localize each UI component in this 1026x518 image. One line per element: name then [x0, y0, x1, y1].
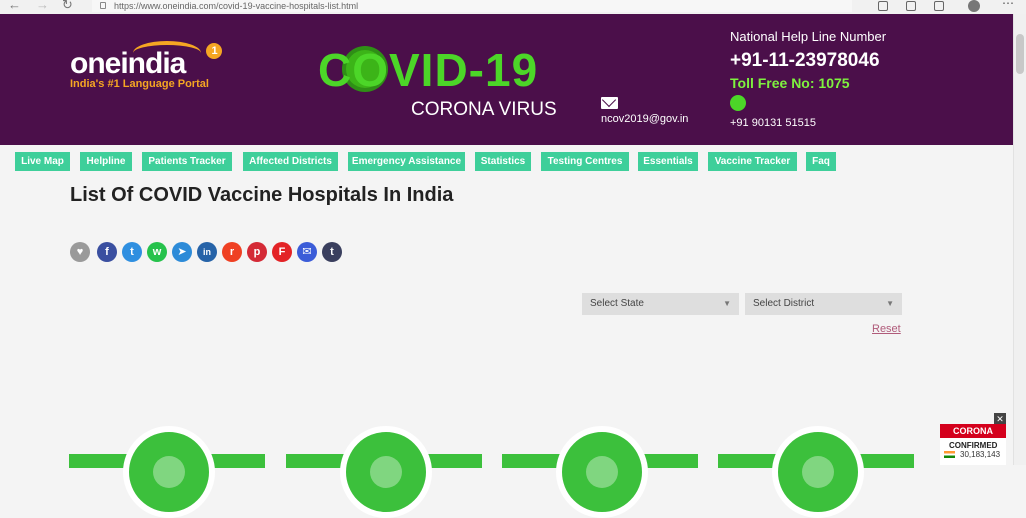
- select-state-label: Select State: [590, 298, 644, 309]
- hospital-card[interactable]: [69, 426, 265, 518]
- tab-patients-tracker[interactable]: Patients Tracker: [142, 152, 232, 171]
- toll-free-number[interactable]: Toll Free No: 1075: [730, 75, 850, 91]
- email-share-icon[interactable]: ✉: [297, 242, 317, 262]
- logo-badge: 1: [206, 43, 222, 59]
- whatsapp-share-icon[interactable]: w: [147, 242, 167, 262]
- shield-icon[interactable]: [934, 1, 944, 11]
- reddit-icon[interactable]: r: [222, 242, 242, 262]
- back-icon[interactable]: ←: [8, 0, 21, 13]
- card-icon: [123, 426, 215, 518]
- tumblr-icon[interactable]: t: [322, 242, 342, 262]
- linkedin-icon[interactable]: in: [197, 242, 217, 262]
- site-header: oneindia 1 India's #1 Language Portal CO…: [0, 14, 1013, 145]
- card-icon: [340, 426, 432, 518]
- covid-subtitle: CORONA VIRUS: [411, 99, 557, 120]
- tab-live-map[interactable]: Live Map: [15, 152, 70, 171]
- scrollbar-thumb[interactable]: [1016, 34, 1024, 74]
- helpline-label: National Help Line Number: [730, 29, 887, 44]
- tab-testing-centres[interactable]: Testing Centres: [541, 152, 629, 171]
- address-bar[interactable]: https://www.oneindia.com/covid-19-vaccin…: [92, 0, 852, 12]
- select-district-dropdown[interactable]: Select District ▼: [745, 293, 902, 315]
- tab-essentials[interactable]: Essentials: [638, 152, 698, 171]
- flipboard-icon[interactable]: F: [272, 242, 292, 262]
- whatsapp-number[interactable]: +91 90131 51515: [730, 117, 816, 129]
- helpline-number[interactable]: +91-11-23978046: [730, 50, 880, 72]
- card-icon: [556, 426, 648, 518]
- hospital-card[interactable]: [502, 426, 698, 518]
- reload-icon[interactable]: ↻: [62, 0, 73, 13]
- card-icon: [772, 426, 864, 518]
- widget-confirmed-label: CONFIRMED: [949, 441, 998, 450]
- hospital-card[interactable]: [286, 426, 482, 518]
- pinterest-icon[interactable]: p: [247, 242, 267, 262]
- lock-icon: [100, 2, 106, 9]
- widget-confirmed-value: 30,183,143: [960, 450, 1001, 459]
- select-district-label: Select District: [753, 298, 815, 309]
- corona-widget-title[interactable]: CORONA: [940, 424, 1006, 438]
- tab-statistics[interactable]: Statistics: [475, 152, 531, 171]
- facebook-icon[interactable]: f: [97, 242, 117, 262]
- tab-affected-districts[interactable]: Affected Districts: [243, 152, 338, 171]
- select-state-dropdown[interactable]: Select State ▼: [582, 293, 739, 315]
- page-scrollbar[interactable]: [1013, 14, 1026, 465]
- chevron-down-icon: ▼: [723, 299, 731, 308]
- logo-tagline: India's #1 Language Portal: [70, 78, 209, 90]
- contact-email[interactable]: ncov2019@gov.in: [601, 113, 688, 125]
- hospital-card[interactable]: [718, 426, 914, 518]
- profile-avatar-icon[interactable]: [968, 0, 980, 12]
- chevron-down-icon: ▼: [886, 299, 894, 308]
- tab-emergency-assistance[interactable]: Emergency Assistance: [348, 152, 465, 171]
- reset-link[interactable]: Reset: [872, 323, 901, 335]
- covid-title: COVID-19: [318, 44, 539, 96]
- tab-vaccine-tracker[interactable]: Vaccine Tracker: [708, 152, 797, 171]
- oneindia-logo[interactable]: oneindia 1: [70, 41, 222, 79]
- twitter-icon[interactable]: t: [122, 242, 142, 262]
- forward-icon[interactable]: →: [36, 0, 49, 13]
- india-flag-icon: [944, 451, 955, 458]
- url-text: https://www.oneindia.com/covid-19-vaccin…: [114, 1, 359, 11]
- telegram-icon[interactable]: ➤: [172, 242, 192, 262]
- heart-icon[interactable]: ♥: [70, 242, 90, 262]
- menu-dots-icon[interactable]: ⋯: [1002, 0, 1014, 10]
- tab-faq[interactable]: Faq: [806, 152, 836, 171]
- tab-helpline[interactable]: Helpline: [80, 152, 132, 171]
- collections-icon[interactable]: [906, 1, 916, 11]
- extension-icon[interactable]: [878, 1, 888, 11]
- page-title: List Of COVID Vaccine Hospitals In India: [70, 184, 454, 206]
- whatsapp-icon: [730, 95, 746, 111]
- mail-icon: [601, 97, 618, 109]
- logo-arc-icon: [133, 41, 201, 65]
- browser-toolbar: ← → ↻ https://www.oneindia.com/covid-19-…: [0, 0, 1026, 15]
